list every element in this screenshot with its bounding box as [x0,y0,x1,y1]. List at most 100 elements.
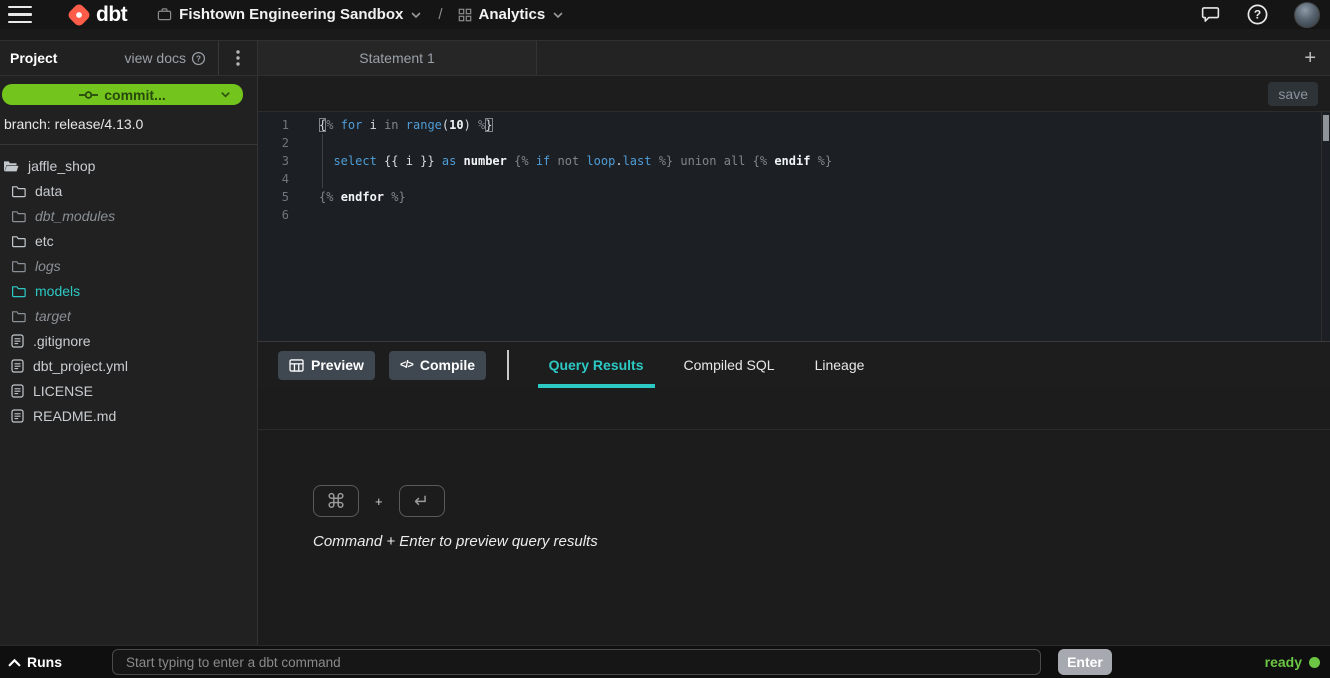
tree-item-label: target [35,308,71,324]
tree-item-label: etc [35,233,54,249]
tree-item-data[interactable]: data [0,178,257,203]
indent-guide [322,134,323,188]
line-number: 6 [258,206,303,224]
shortcut-hint-text: Command + Enter to preview query results [313,533,1330,550]
hamburger-menu-icon[interactable] [8,6,32,24]
code-editor[interactable]: 1{% for i in range(10) %}23 select {{ i … [258,112,1330,341]
folder-icon [11,259,26,273]
code-text: {% endfor %} [303,188,406,206]
tree-item-label: data [35,183,62,199]
tree-item-license[interactable]: LICENSE [0,378,257,403]
tree-item-models[interactable]: models [0,278,257,303]
code-line-1[interactable]: 1{% for i in range(10) %} [258,116,1330,134]
tree-item-dbt-modules[interactable]: dbt_modules [0,203,257,228]
tree-item-label: jaffle_shop [28,158,95,174]
sidebar-header: Project view docs ? [0,40,257,76]
tab-lineage[interactable]: Lineage [795,342,885,388]
preview-button-label: Preview [311,357,364,373]
commit-button[interactable]: commit... [2,84,243,105]
compile-button-label: Compile [420,357,475,373]
editor-scrollbar[interactable] [1323,115,1329,141]
file-icon [11,334,24,348]
chevron-down-icon [410,9,422,21]
command-bar: Runs Enter ready [0,645,1330,678]
new-tab-button[interactable]: + [1290,48,1330,68]
code-text: select {{ i }} as number {% if not loop.… [303,152,832,170]
briefcase-icon [157,7,172,22]
chat-icon[interactable] [1200,4,1221,25]
preview-button[interactable]: Preview [278,351,375,380]
code-line-5[interactable]: 5{% endfor %} [258,188,1330,206]
svg-text:?: ? [1254,8,1261,22]
folder-icon [11,184,26,198]
code-line-4[interactable]: 4 [258,170,1330,188]
help-icon[interactable]: ? [1246,3,1269,26]
tree-item-dbt-project-yml[interactable]: dbt_project.yml [0,353,257,378]
environment-switcher[interactable]: Analytics [458,6,565,23]
dbt-logo-text: dbt [96,3,127,27]
top-gap [0,29,1330,40]
tree-item-label: README.md [33,408,116,424]
runs-label: Runs [27,654,62,670]
line-number: 1 [258,116,303,134]
view-docs-label: view docs [125,50,186,66]
shortcut-keys: ⌘ + ↵ [313,485,1330,517]
grid-icon [458,8,472,22]
file-icon [11,384,24,398]
tree-item--gitignore[interactable]: .gitignore [0,328,257,353]
code-text [303,206,319,224]
code-line-6[interactable]: 6 [258,206,1330,224]
environment-switcher-label: Analytics [479,6,546,23]
chevron-down-icon [552,9,564,21]
status-label: ready [1265,654,1302,670]
folder-open-icon [3,159,19,173]
tab-query-results[interactable]: Query Results [529,342,664,388]
code-line-3[interactable]: 3 select {{ i }} as number {% if not loo… [258,152,1330,170]
tab-label: Statement 1 [359,50,435,66]
editor-tab-bar: Statement 1 + [258,40,1330,76]
view-docs-link[interactable]: view docs ? [125,50,218,66]
code-text [303,134,319,152]
editor-scroll-gutter [1321,112,1322,341]
folder-icon [11,284,26,298]
git-commit-icon [79,90,98,100]
commit-button-label: commit... [104,87,165,103]
top-bar: dbt Fishtown Engineering Sandbox / Analy… [0,0,1330,29]
enter-button[interactable]: Enter [1058,649,1112,675]
project-switcher[interactable]: Fishtown Engineering Sandbox [157,6,422,23]
tree-item-target[interactable]: target [0,303,257,328]
tree-item-label: logs [35,258,61,274]
tree-item-label: models [35,283,80,299]
folder-icon [11,209,26,223]
results-tabs: Query Results Compiled SQL Lineage [529,342,885,388]
editor-pane: Statement 1 + save 1{% for i in range(10… [258,40,1330,645]
tree-item-logs[interactable]: logs [0,253,257,278]
save-button[interactable]: save [1268,82,1318,106]
file-explorer-sidebar: Project view docs ? [0,40,258,645]
line-number: 5 [258,188,303,206]
tree-item-etc[interactable]: etc [0,228,257,253]
runs-drawer-toggle[interactable]: Runs [8,654,112,670]
tree-item-readme-md[interactable]: README.md [0,403,257,428]
line-number: 2 [258,134,303,152]
tab-compiled-sql[interactable]: Compiled SQL [664,342,795,388]
code-icon: </> [400,359,413,371]
dbt-logo: dbt [64,0,127,30]
compile-button[interactable]: </> Compile [389,351,486,380]
file-tree: jaffle_shopdata dbt_modulesetc logs models t… [0,145,257,645]
results-toolbar: Preview </> Compile Query Results Compil… [258,341,1330,388]
tree-item-jaffle-shop[interactable]: jaffle_shop [0,153,257,178]
tab-statement-1[interactable]: Statement 1 [258,41,537,75]
editor-toolbar: save [258,76,1330,112]
sidebar-menu-button[interactable] [218,41,257,75]
tree-item-label: dbt_project.yml [33,358,128,374]
code-text [303,170,319,188]
line-number: 3 [258,152,303,170]
user-avatar[interactable] [1294,2,1320,28]
plus-separator: + [375,494,383,509]
code-text: {% for i in range(10) %} [303,116,493,134]
dbt-command-input[interactable] [112,649,1041,675]
folder-icon [11,309,26,323]
code-line-2[interactable]: 2 [258,134,1330,152]
chevron-down-icon [220,89,231,100]
